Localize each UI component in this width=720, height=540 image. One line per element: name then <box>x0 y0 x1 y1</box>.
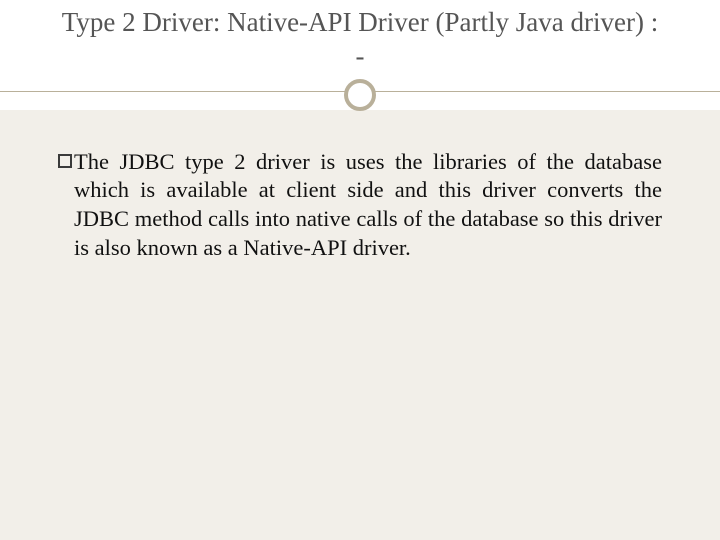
title-divider <box>0 74 720 110</box>
divider-circle-icon <box>344 79 376 111</box>
slide-title: Type 2 Driver: Native-API Driver (Partly… <box>60 6 660 74</box>
slide: Type 2 Driver: Native-API Driver (Partly… <box>0 0 720 540</box>
bullet-item: The JDBC type 2 driver is uses the libra… <box>58 148 662 263</box>
bullet-text: The JDBC type 2 driver is uses the libra… <box>74 148 662 263</box>
spacer <box>0 110 720 138</box>
title-area: Type 2 Driver: Native-API Driver (Partly… <box>0 0 720 74</box>
body-area: The JDBC type 2 driver is uses the libra… <box>0 138 720 263</box>
square-bullet-icon <box>58 154 72 168</box>
